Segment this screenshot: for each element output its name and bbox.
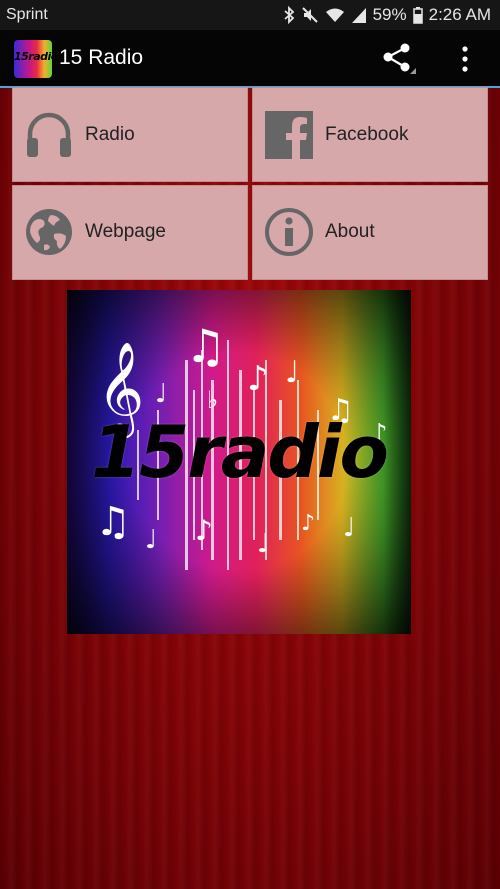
svg-text:♪: ♪ <box>247 359 269 399</box>
svg-text:♫: ♫ <box>95 499 131 545</box>
svg-text:♩: ♩ <box>285 355 299 390</box>
menu-label-facebook: Facebook <box>325 124 409 145</box>
svg-text:♪: ♪ <box>195 514 213 547</box>
mute-icon <box>301 7 318 23</box>
wifi-icon <box>325 8 344 22</box>
app-bar: 15radio 15 Radio <box>0 30 500 88</box>
share-icon[interactable] <box>380 42 416 76</box>
menu-tile-about[interactable]: About <box>252 185 488 280</box>
svg-text:♪: ♪ <box>301 511 315 536</box>
signal-icon <box>351 8 366 23</box>
status-icons: 59% 2:26 AM <box>283 5 491 25</box>
carrier-label: Sprint <box>6 6 48 23</box>
menu-label-webpage: Webpage <box>85 221 166 242</box>
app-logo: 15radio <box>14 40 52 78</box>
menu-grid: Radio Facebook Webpage About <box>12 87 488 280</box>
menu-label-radio: Radio <box>85 124 135 145</box>
info-icon <box>265 208 313 256</box>
bluetooth-icon <box>284 6 294 24</box>
battery-percentage: 59% <box>372 5 407 24</box>
app-title: 15 Radio <box>59 46 144 69</box>
svg-text:♩: ♩ <box>257 529 269 559</box>
app-logo-text: 15radio <box>14 50 52 63</box>
svg-text:♩: ♩ <box>155 379 167 409</box>
facebook-icon <box>265 111 313 159</box>
station-banner: 𝄞 ♫ ♪ ♩ ♩ ♭ ♫ ♪ ♫ ♩ ♪ ♩ ♪ ♩ 15radio <box>67 290 411 634</box>
svg-text:♫: ♫ <box>185 319 226 373</box>
banner-wordmark: 15radio <box>91 410 389 494</box>
svg-text:♩: ♩ <box>343 513 355 543</box>
menu-tile-radio[interactable]: Radio <box>12 87 248 182</box>
menu-tile-facebook[interactable]: Facebook <box>252 87 488 182</box>
globe-icon <box>26 209 72 255</box>
battery-icon <box>412 7 423 24</box>
svg-text:♩: ♩ <box>145 525 157 555</box>
overflow-menu-icon[interactable] <box>455 44 475 74</box>
clock: 2:26 AM <box>428 5 491 24</box>
headphones-icon <box>27 112 71 157</box>
menu-label-about: About <box>325 221 375 242</box>
menu-tile-webpage[interactable]: Webpage <box>12 185 248 280</box>
status-bar: Sprint 59% 2:26 AM <box>0 0 500 30</box>
